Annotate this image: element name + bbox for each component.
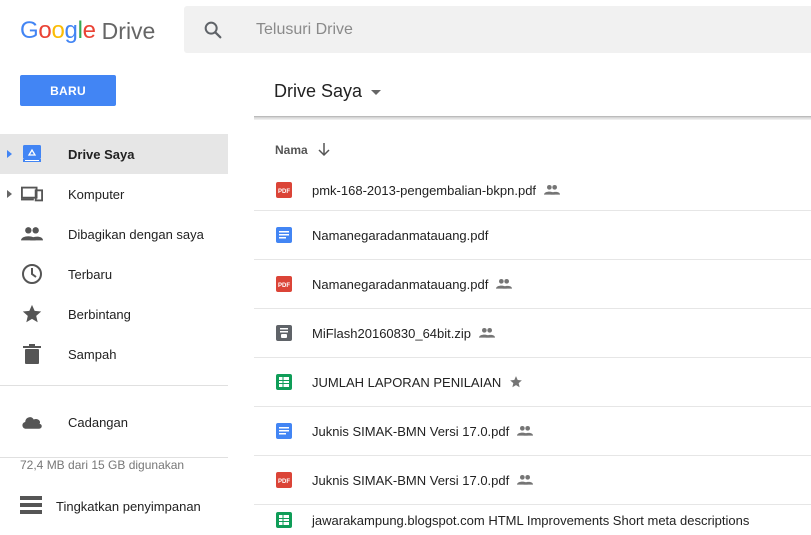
drive-title-menu[interactable]: Drive Saya: [274, 80, 382, 102]
doc-file-icon: [276, 227, 292, 243]
sidebar-item-terbaru[interactable]: Terbaru: [0, 254, 228, 294]
header-shadow: [254, 117, 811, 120]
arrow-down-icon: [318, 143, 330, 157]
sidebar-item-komputer[interactable]: Komputer: [0, 174, 228, 214]
file-name-text: Namanegaradanmatauang.pdf: [312, 227, 489, 243]
file-name: Juknis SIMAK-BMN Versi 17.0.pdf: [312, 423, 534, 439]
people-icon: [21, 223, 43, 245]
file-row[interactable]: PDF Namanegaradanmatauang.pdf: [254, 260, 811, 309]
shared-icon: [544, 184, 561, 196]
search-input[interactable]: [254, 19, 758, 40]
file-name-text: MiFlash20160830_64bit.zip: [312, 325, 471, 341]
file-name: MiFlash20160830_64bit.zip: [312, 326, 495, 341]
sidebar-item-label: Komputer: [68, 186, 125, 202]
sidebar-item-berbintang[interactable]: Berbintang: [0, 294, 228, 334]
trash-icon: [21, 343, 43, 365]
page-title: Drive Saya: [274, 80, 363, 101]
pdf-file-icon: PDF: [276, 472, 292, 488]
new-button[interactable]: BARU: [20, 75, 116, 106]
google-drive-logo[interactable]: Google Drive: [20, 15, 155, 47]
google-wordmark: Google: [20, 17, 96, 44]
expand-arrow-icon[interactable]: [7, 150, 12, 158]
file-row[interactable]: Juknis SIMAK-BMN Versi 17.0.pdf: [254, 407, 811, 456]
caret-down-icon: [371, 89, 382, 95]
sidebar-item-label: Sampah: [68, 346, 117, 362]
file-name: Namanegaradanmatauang.pdf: [312, 228, 488, 243]
file-name-text: Juknis SIMAK-BMN Versi 17.0.pdf: [312, 423, 510, 439]
file-list: PDF pmk-168-2013-pengembalian-bkpn.pdf Nam…: [254, 170, 811, 535]
file-name: Juknis SIMAK-BMN Versi 17.0.pdf: [312, 472, 534, 488]
cloud-icon: [21, 411, 43, 433]
sidebar-item-label: Berbintang: [68, 306, 131, 322]
expand-arrow-icon[interactable]: [7, 190, 12, 198]
sidebar-item-drive-saya[interactable]: Drive Saya: [0, 134, 228, 174]
sheet-file-icon: [276, 374, 292, 390]
sort-by-name-header[interactable]: Nama: [275, 143, 330, 157]
file-name-text: pmk-168-2013-pengembalian-bkpn.pdf: [312, 182, 537, 198]
storage-icon: [20, 496, 42, 517]
pdf-file-icon: PDF: [276, 276, 292, 292]
file-name-text: JUMLAH LAPORAN PENILAIAN: [312, 374, 502, 390]
file-name: Namanegaradanmatauang.pdf: [312, 276, 513, 292]
file-row[interactable]: PDF Juknis SIMAK-BMN Versi 17.0.pdf: [254, 456, 811, 505]
sidebar-item-label: Dibagikan dengan saya: [68, 226, 204, 242]
svg-text:PDF: PDF: [278, 479, 290, 485]
drive-wordmark: Drive: [101, 17, 156, 44]
file-row[interactable]: jawarakampung.blogspot.com HTML Improvem…: [254, 505, 811, 535]
shared-icon: [496, 278, 513, 290]
svg-text:PDF: PDF: [278, 189, 290, 195]
sidebar-item-sampah[interactable]: Sampah: [0, 334, 228, 374]
pdf-file-icon: PDF: [276, 182, 292, 198]
upgrade-storage-link[interactable]: Tingkatkan penyimpanan: [20, 496, 201, 517]
sidebar-item-cadangan[interactable]: Cadangan: [0, 402, 228, 442]
sidebar-item-label: Terbaru: [68, 266, 113, 282]
storage-usage: 72,4 MB dari 15 GB digunakan: [20, 458, 185, 472]
file-name-text: Juknis SIMAK-BMN Versi 17.0.pdf: [312, 472, 510, 488]
sidebar-divider: [0, 385, 228, 386]
clock-icon: [21, 263, 43, 285]
file-name-text: Namanegaradanmatauang.pdf: [312, 276, 489, 292]
file-row[interactable]: MiFlash20160830_64bit.zip: [254, 309, 811, 358]
file-name: jawarakampung.blogspot.com HTML Improvem…: [312, 513, 749, 528]
svg-text:PDF: PDF: [278, 283, 290, 289]
file-name: pmk-168-2013-pengembalian-bkpn.pdf: [312, 182, 561, 198]
search-icon[interactable]: [202, 19, 224, 41]
file-row[interactable]: PDF pmk-168-2013-pengembalian-bkpn.pdf: [254, 170, 811, 211]
upgrade-label: Tingkatkan penyimpanan: [56, 499, 201, 514]
shared-icon: [517, 425, 534, 437]
column-name-label: Nama: [275, 143, 308, 157]
star-icon: [21, 303, 43, 325]
file-row[interactable]: JUMLAH LAPORAN PENILAIAN: [254, 358, 811, 407]
star-icon: [509, 375, 523, 389]
file-row[interactable]: Namanegaradanmatauang.pdf: [254, 211, 811, 260]
sidebar-item-label: Cadangan: [68, 414, 128, 430]
sidebar-item-dibagikan[interactable]: Dibagikan dengan saya: [0, 214, 228, 254]
drive-icon: [21, 143, 43, 165]
sheet-file-icon: [276, 512, 292, 528]
sidebar-item-label: Drive Saya: [68, 146, 135, 162]
zip-file-icon: [276, 325, 292, 341]
search-bar[interactable]: [184, 6, 811, 53]
file-name-text: jawarakampung.blogspot.com HTML Improvem…: [312, 512, 750, 528]
file-name: JUMLAH LAPORAN PENILAIAN: [312, 375, 523, 390]
doc-file-icon: [276, 423, 292, 439]
shared-icon: [479, 327, 495, 339]
sidebar: Drive Saya Komputer Dibagikan dengan say…: [0, 134, 228, 458]
computer-icon: [21, 183, 43, 205]
shared-icon: [517, 474, 534, 486]
